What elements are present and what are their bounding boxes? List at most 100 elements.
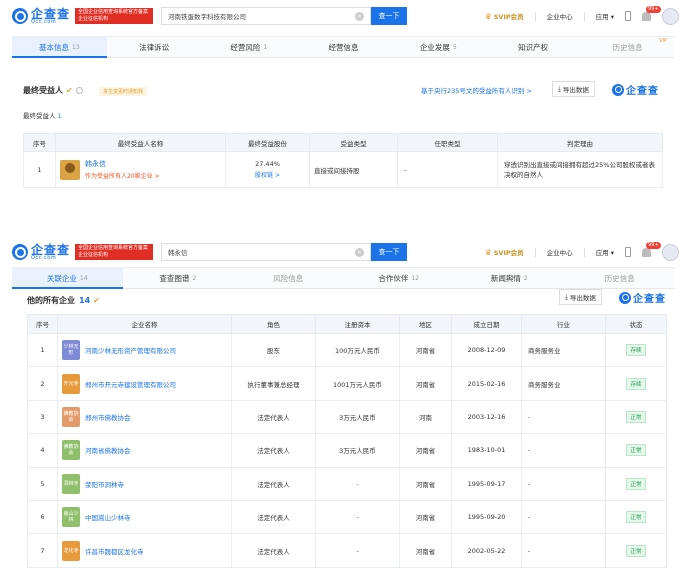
site-logo[interactable]: 企查查 Qcc.com (12, 244, 70, 261)
tab-count: 12 (411, 274, 420, 282)
sub-section-label: 最终受益人 1 (23, 110, 62, 120)
certification-badge: 全国企业信用查询系统官方备案企业征信机构 (75, 8, 154, 24)
tab-operating-info[interactable]: 经营信息 (296, 37, 391, 57)
mobile-icon[interactable] (625, 11, 631, 21)
company-cell: 嵩山少林 中国嵩山少林寺 (57, 499, 232, 535)
tab-risk-info[interactable]: 风险信息 (233, 268, 344, 288)
beneficiary-companies-link[interactable]: 作为受益所有人20家企业 > (85, 171, 160, 180)
industry: - (521, 433, 606, 468)
rule-link[interactable]: 基于央行235号文的受益所有人识别 > (421, 85, 532, 95)
company-logo[interactable]: 少林无形 (62, 340, 80, 361)
tab-legal[interactable]: 法律诉讼 (107, 37, 202, 57)
search-input[interactable]: 河南铁蛋数字科技有限公司 × (161, 7, 372, 25)
user-avatar[interactable] (662, 7, 679, 25)
search-input[interactable]: 韩永信 × (161, 243, 372, 261)
company-name-link[interactable]: 河南省佛教协会 (85, 445, 131, 455)
col-header: 任职类型 (397, 133, 498, 152)
message-button[interactable]: 99+ (642, 241, 661, 257)
col-header: 注册资本 (315, 314, 400, 334)
enterprise-center-link[interactable]: 企业中心 (547, 247, 573, 257)
company-logo[interactable]: 开元寺 (62, 373, 80, 394)
table-row: 2 开元寺 郑州市开元寺建设管理有限公司 执行董事兼总经理 1001万元人民币 河南省 20… (27, 366, 667, 401)
share-cell: 27.44% 股权链 > (225, 151, 310, 188)
tab-ip[interactable]: 知识产权 (486, 37, 581, 57)
industry: 商务服务业 (521, 366, 606, 401)
clear-search-icon[interactable]: × (355, 12, 365, 21)
svip-link[interactable]: ♛ SVIP会员 (485, 247, 524, 258)
section-title: 最终受益人 ✔ (23, 85, 83, 96)
tab-count: 13 (72, 43, 80, 51)
enterprise-center-link[interactable]: 企业中心 (547, 11, 573, 21)
company-cell: 少林无形 河南少林无形资产管理有限公司 (57, 332, 232, 368)
logo-mark-icon (12, 244, 28, 260)
status-cell: 正常 (605, 433, 667, 468)
tab-partners[interactable]: 合作伙伴 12 (344, 268, 455, 288)
watermark-name: 企查查 (626, 86, 659, 97)
row-number: 4 (27, 433, 58, 468)
company-cell: 佛教协会 郑州市佛教协会 (57, 399, 232, 435)
company-logo[interactable]: 嵩山少林 (62, 507, 80, 528)
person-photo[interactable] (60, 159, 80, 180)
company-name-link[interactable]: 许昌市魏都区龙化寺 (85, 546, 144, 556)
tab-label: 新闻舆情 (490, 273, 521, 283)
tab-count: 5 (452, 43, 457, 51)
tab-development[interactable]: 企业发展 5 (391, 37, 486, 57)
tab-related-companies[interactable]: 关联企业 14 (12, 268, 123, 289)
position-type: - (397, 151, 498, 188)
row-number: 3 (27, 399, 58, 435)
vip-tag: VIP (659, 38, 668, 44)
user-avatar[interactable] (662, 243, 679, 261)
registered-capital: - (315, 533, 400, 568)
status-cell: 正常 (605, 399, 667, 435)
company-logo[interactable]: 洞林寺 (62, 473, 80, 494)
search-button[interactable]: 查一下 (371, 243, 408, 261)
clear-search-icon[interactable]: × (355, 248, 365, 257)
company-logo[interactable]: 佛教协会 (62, 406, 80, 427)
tab-history[interactable]: 历史信息 (565, 268, 676, 288)
company-name-link[interactable]: 郑州市开元寺建设管理有限公司 (85, 379, 176, 389)
company-logo[interactable]: 龙化寺 (62, 540, 80, 561)
person-name-link[interactable]: 韩永信 (85, 159, 160, 169)
role: 法定代表人 (231, 499, 316, 535)
tab-history[interactable]: 历史信息 VIP (580, 37, 675, 57)
export-button[interactable]: ⤓ 导出数据 (559, 289, 602, 305)
logo-domain: Qcc.com (31, 18, 57, 25)
related-companies-panel: 企查查 Qcc.com 全国企业信用查询系统官方备案企业征信机构 韩永信 × 查… (0, 232, 687, 583)
apps-menu[interactable]: 应用 ▾ (596, 11, 614, 21)
export-button[interactable]: ⤓ 导出数据 (552, 81, 595, 97)
site-logo[interactable]: 企查查 Qcc.com (12, 8, 70, 25)
company-name-link[interactable]: 河南少林无形资产管理有限公司 (85, 345, 176, 355)
help-icon[interactable] (75, 87, 83, 94)
equity-chain-link[interactable]: 股权链 > (226, 170, 309, 179)
status-badge: 存续 (626, 377, 646, 390)
company-name-link[interactable]: 荥阳市洞林寺 (85, 479, 124, 489)
tab-basic-info[interactable]: 基本信息 13 (12, 37, 107, 58)
status-badge: 正常 (626, 511, 646, 524)
message-button[interactable]: 99+ (642, 5, 661, 21)
apps-menu[interactable]: 应用 ▾ (596, 247, 614, 257)
logo-name: 企查查 (31, 242, 71, 257)
company-logo[interactable]: 佛教协会 (62, 440, 80, 461)
tag-mark-icon: ✔ (93, 296, 100, 305)
tab-news[interactable]: 新闻舆情 2 (454, 268, 565, 288)
notify-on-change-tag[interactable]: 发生变更时通知我 (99, 87, 148, 96)
company-tabs: 基本信息 13 法律诉讼 经营风险 1 经营信息 企业发展 5 知识产权 历史信息 VI… (12, 36, 675, 58)
share-value: 27.44% (255, 160, 280, 168)
svip-link[interactable]: ♛ SVIP会员 (485, 11, 524, 22)
tab-label: 经营风险 (230, 42, 261, 52)
mobile-icon[interactable] (625, 247, 631, 257)
tab-graph[interactable]: 查查图谱 2 (123, 268, 234, 288)
table-row: 1 少林无形 河南少林无形资产管理有限公司 股东 100万元人民币 河南省 2008-12-… (27, 332, 667, 368)
top-header: 企查查 Qcc.com 全国企业信用查询系统官方备案企业征信机构 韩永信 × 查… (0, 236, 687, 268)
company-name-link[interactable]: 郑州市佛教协会 (85, 412, 131, 422)
role: 法定代表人 (231, 533, 316, 568)
company-name-link[interactable]: 中国嵩山少林寺 (85, 512, 131, 522)
col-header: 序号 (27, 314, 58, 334)
row-number: 6 (27, 499, 58, 535)
tab-operating-risk[interactable]: 经营风险 1 (201, 37, 296, 57)
search-button[interactable]: 查一下 (371, 7, 408, 25)
col-header: 行业 (521, 314, 606, 334)
tab-label: 合作伙伴 (378, 273, 409, 283)
qcc-watermark-logo: 企查查 (612, 82, 659, 97)
logo-mark-icon (612, 83, 624, 96)
